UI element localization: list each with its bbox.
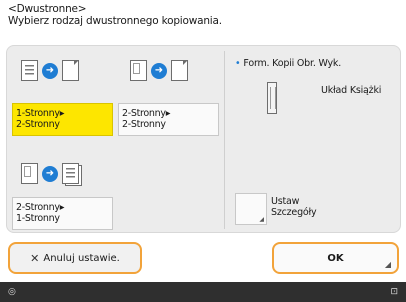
single-sided-docs-icon	[62, 163, 79, 184]
close-icon: ✕	[30, 251, 40, 265]
settings-panel: ➜ 1-Stronny▸ 2-Stronny ➜ 2-Stronny▸ 2-St…	[6, 45, 401, 233]
option-label-line1: 1-Stronny▸	[16, 108, 65, 119]
set-details-button[interactable]: ◢	[235, 193, 267, 225]
status-circle-icon[interactable]: ◎	[8, 287, 16, 297]
corner-indicator-icon: ◢	[384, 260, 391, 269]
corner-indicator-icon: ◢	[259, 216, 264, 223]
cancel-settings-button[interactable]: ✕ Anuluj ustawie.	[8, 242, 142, 274]
option-2to1-button[interactable]: 2-Stronny▸ 1-Stronny	[12, 197, 113, 230]
set-details-label: Ustaw Szczegóły	[271, 196, 317, 218]
option-1-illustration: ➜	[21, 60, 79, 81]
format-label: • Form. Kopii Obr. Wyk.	[235, 58, 341, 69]
format-label-text: Form. Kopii Obr. Wyk.	[243, 58, 342, 69]
option-2-illustration: ➜	[130, 60, 188, 81]
double-sided-doc-icon	[62, 60, 79, 81]
header-subtitle: Wybierz rodzaj dwustronnego kopiowania.	[8, 15, 222, 27]
option-label-line2: 1-Stronny	[16, 213, 60, 224]
book-layout-icon	[267, 82, 277, 114]
option-3-illustration: ➜	[21, 163, 79, 184]
right-arrow-icon: ➜	[151, 62, 167, 79]
option-1to2-button[interactable]: 1-Stronny▸ 2-Stronny	[12, 103, 113, 136]
ok-button[interactable]: OK ◢	[272, 242, 399, 274]
double-sided-doc-icon	[130, 60, 147, 81]
option-2to2-button[interactable]: 2-Stronny▸ 2-Stronny	[118, 103, 219, 136]
option-label-line2: 2-Stronny	[16, 119, 60, 130]
single-sided-doc-icon	[21, 60, 38, 81]
option-label-line2: 2-Stronny	[122, 119, 166, 130]
header-title: <Dwustronne>	[8, 3, 87, 15]
format-value: Układ Książki	[321, 85, 382, 96]
double-sided-doc-icon	[171, 60, 188, 81]
option-label-line1: 2-Stronny▸	[122, 108, 171, 119]
instruction-header: <Dwustronne> Wybierz rodzaj dwustronnego…	[8, 3, 222, 27]
bullet-icon: •	[235, 58, 241, 69]
status-bar: ◎ ⊡	[0, 282, 406, 302]
right-arrow-icon: ➜	[42, 62, 58, 79]
details-line2: Szczegóły	[271, 207, 317, 218]
option-label-line1: 2-Stronny▸	[16, 202, 65, 213]
ok-button-label: OK	[327, 252, 344, 264]
status-monitor-icon[interactable]: ⊡	[390, 287, 398, 297]
cancel-button-label: Anuluj ustawie.	[43, 252, 120, 264]
panel-divider	[224, 51, 225, 229]
details-line1: Ustaw	[271, 196, 300, 207]
right-arrow-icon: ➜	[42, 165, 58, 182]
double-sided-doc-icon	[21, 163, 38, 184]
